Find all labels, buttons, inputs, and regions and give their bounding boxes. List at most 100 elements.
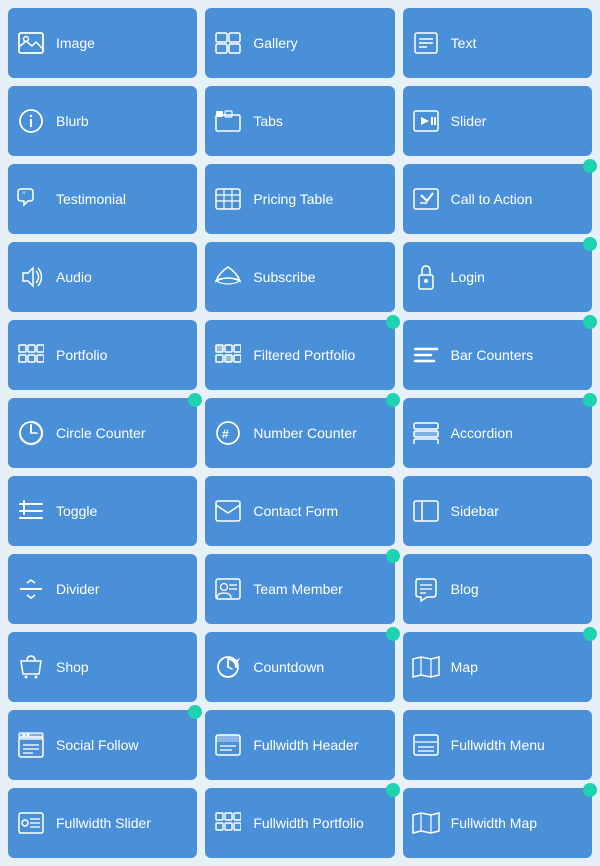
- widget-blurb[interactable]: Blurb: [8, 86, 197, 156]
- widget-circle-counter[interactable]: Circle Counter: [8, 398, 197, 468]
- widget-divider[interactable]: Divider: [8, 554, 197, 624]
- new-badge: [583, 393, 597, 407]
- new-badge: [583, 159, 597, 173]
- widget-accordion[interactable]: Accordion: [403, 398, 592, 468]
- widget-fullwidth-portfolio-label: Fullwidth Portfolio: [253, 815, 386, 831]
- svg-text:": ": [22, 190, 26, 200]
- image-icon: [16, 32, 46, 54]
- widget-slider-label: Slider: [451, 113, 584, 129]
- widget-countdown[interactable]: Countdown: [205, 632, 394, 702]
- widget-blog[interactable]: Blog: [403, 554, 592, 624]
- sidebar-icon: [411, 500, 441, 522]
- subscribe-icon: [213, 265, 243, 289]
- tabs-icon: [213, 110, 243, 132]
- blog-icon: [411, 576, 441, 602]
- shop-icon: [16, 654, 46, 680]
- fullwidth-header-icon: [213, 734, 243, 756]
- widget-filtered-portfolio[interactable]: Filtered Portfolio: [205, 320, 394, 390]
- widget-shop-label: Shop: [56, 659, 189, 675]
- widget-cta-label: Call to Action: [451, 191, 584, 207]
- widget-call-to-action[interactable]: Call to Action: [403, 164, 592, 234]
- widget-login[interactable]: Login: [403, 242, 592, 312]
- widget-audio[interactable]: Audio: [8, 242, 197, 312]
- widget-accordion-label: Accordion: [451, 425, 584, 441]
- circle-counter-icon: [16, 420, 46, 446]
- widget-team-member[interactable]: Team Member: [205, 554, 394, 624]
- widget-fullwidth-portfolio[interactable]: Fullwidth Portfolio: [205, 788, 394, 858]
- widget-text[interactable]: Text: [403, 8, 592, 78]
- widget-image[interactable]: Image: [8, 8, 197, 78]
- audio-icon: [16, 265, 46, 289]
- widget-audio-label: Audio: [56, 269, 189, 285]
- widget-social-follow-label: Social Follow: [56, 737, 189, 753]
- number-counter-icon: #: [213, 420, 243, 446]
- contact-form-icon: [213, 500, 243, 522]
- new-badge: [583, 627, 597, 641]
- widget-slider[interactable]: Slider: [403, 86, 592, 156]
- widget-testimonial[interactable]: " Testimonial: [8, 164, 197, 234]
- widget-blog-label: Blog: [451, 581, 584, 597]
- fullwidth-map-icon: [411, 812, 441, 834]
- widget-fullwidth-header-label: Fullwidth Header: [253, 737, 386, 753]
- new-badge: [386, 315, 400, 329]
- new-badge: [583, 315, 597, 329]
- new-badge: [583, 237, 597, 251]
- widget-fullwidth-header[interactable]: Fullwidth Header: [205, 710, 394, 780]
- widget-social-follow[interactable]: Social Follow: [8, 710, 197, 780]
- new-badge: [386, 627, 400, 641]
- filtered-portfolio-icon: [213, 344, 243, 366]
- bar-counters-icon: [411, 344, 441, 366]
- widget-subscribe[interactable]: Subscribe: [205, 242, 394, 312]
- divider-icon: [16, 578, 46, 600]
- blurb-icon: [16, 108, 46, 134]
- widget-text-label: Text: [451, 35, 584, 51]
- widget-portfolio[interactable]: Portfolio: [8, 320, 197, 390]
- widget-pricing-table[interactable]: Pricing Table: [205, 164, 394, 234]
- widget-fullwidth-slider[interactable]: Fullwidth Slider: [8, 788, 197, 858]
- widget-shop[interactable]: Shop: [8, 632, 197, 702]
- widget-gallery[interactable]: Gallery: [205, 8, 394, 78]
- widget-tabs[interactable]: Tabs: [205, 86, 394, 156]
- widget-filtered-portfolio-label: Filtered Portfolio: [253, 347, 386, 363]
- fullwidth-portfolio-icon: [213, 812, 243, 834]
- widget-blurb-label: Blurb: [56, 113, 189, 129]
- new-badge: [188, 393, 202, 407]
- fullwidth-menu-icon: [411, 734, 441, 756]
- social-follow-icon: [16, 732, 46, 758]
- widget-image-label: Image: [56, 35, 189, 51]
- widget-fullwidth-map-label: Fullwidth Map: [451, 815, 584, 831]
- slider-icon: [411, 110, 441, 132]
- new-badge: [386, 783, 400, 797]
- widget-bar-counters[interactable]: Bar Counters: [403, 320, 592, 390]
- countdown-icon: [213, 654, 243, 680]
- widget-portfolio-label: Portfolio: [56, 347, 189, 363]
- new-badge: [188, 705, 202, 719]
- widget-sidebar[interactable]: Sidebar: [403, 476, 592, 546]
- widget-fullwidth-menu-label: Fullwidth Menu: [451, 737, 584, 753]
- fullwidth-slider-icon: [16, 812, 46, 834]
- accordion-icon: [411, 422, 441, 444]
- widget-number-counter-label: Number Counter: [253, 425, 386, 441]
- new-badge: [583, 783, 597, 797]
- widget-number-counter[interactable]: # Number Counter: [205, 398, 394, 468]
- widget-subscribe-label: Subscribe: [253, 269, 386, 285]
- widget-testimonial-label: Testimonial: [56, 191, 189, 207]
- widget-map[interactable]: Map: [403, 632, 592, 702]
- map-icon: [411, 656, 441, 678]
- widget-contact-form-label: Contact Form: [253, 503, 386, 519]
- widget-contact-form[interactable]: Contact Form: [205, 476, 394, 546]
- widget-toggle-label: Toggle: [56, 503, 189, 519]
- widget-circle-counter-label: Circle Counter: [56, 425, 189, 441]
- portfolio-icon: [16, 344, 46, 366]
- widget-bar-counters-label: Bar Counters: [451, 347, 584, 363]
- widget-fullwidth-map[interactable]: Fullwidth Map: [403, 788, 592, 858]
- widget-map-label: Map: [451, 659, 584, 675]
- widget-fullwidth-slider-label: Fullwidth Slider: [56, 815, 189, 831]
- new-badge: [386, 549, 400, 563]
- widget-grid: Image Gallery Text: [8, 8, 592, 858]
- widget-sidebar-label: Sidebar: [451, 503, 584, 519]
- widget-toggle[interactable]: Toggle: [8, 476, 197, 546]
- new-badge: [386, 393, 400, 407]
- widget-fullwidth-menu[interactable]: Fullwidth Menu: [403, 710, 592, 780]
- pricing-table-icon: [213, 188, 243, 210]
